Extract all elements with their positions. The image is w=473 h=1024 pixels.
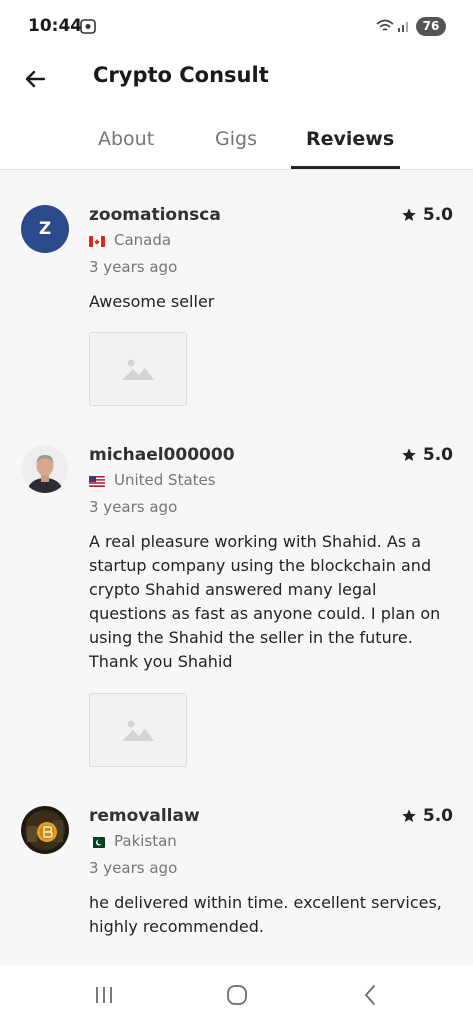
- system-back-button[interactable]: [356, 982, 384, 1008]
- status-bar: 10:44 76: [0, 0, 473, 52]
- page-title: Crypto Consult: [93, 63, 269, 87]
- top-area: 10:44 76 Crypto Consult About Gigs Revie…: [0, 0, 473, 170]
- review-text: A real pleasure working with Shahid. As …: [89, 532, 441, 671]
- wifi-icon: [376, 19, 394, 31]
- screenshot-icon: [80, 19, 96, 34]
- review-username[interactable]: zoomationsca: [89, 205, 221, 225]
- status-time: 10:44: [28, 16, 83, 36]
- user-photo-icon: [21, 445, 69, 493]
- pakistan-flag-icon: [89, 837, 105, 848]
- image-placeholder-icon: [122, 359, 154, 380]
- review-date: 3 years ago: [89, 258, 178, 276]
- rating-value: 5.0: [422, 806, 453, 826]
- app-bar: Crypto Consult: [0, 52, 473, 104]
- review-country: Pakistan: [114, 832, 177, 850]
- system-nav-bar: [0, 966, 473, 1024]
- battery-icon: 76: [416, 17, 446, 36]
- review-country: Canada: [114, 231, 172, 249]
- tab-reviews[interactable]: Reviews: [306, 128, 394, 150]
- tab-about[interactable]: About: [98, 128, 154, 150]
- review-username[interactable]: michael000000: [89, 445, 235, 465]
- star-icon: [402, 448, 416, 461]
- back-button[interactable]: [18, 62, 52, 96]
- review-text: Awesome seller: [89, 292, 215, 311]
- arrow-left-icon: [25, 70, 46, 88]
- rating-value: 5.0: [422, 205, 453, 225]
- us-flag-icon: [89, 476, 105, 487]
- recent-apps-icon: [96, 987, 112, 1003]
- review-text: he delivered within time. excellent serv…: [89, 893, 442, 936]
- review-country: United States: [114, 471, 216, 489]
- attachment-thumbnail[interactable]: [89, 332, 187, 406]
- review-date: 3 years ago: [89, 859, 178, 877]
- bitcoin-photo-icon: [21, 806, 69, 854]
- review-username[interactable]: removallaw: [89, 806, 200, 826]
- avatar[interactable]: [21, 806, 69, 854]
- home-button[interactable]: [223, 982, 251, 1008]
- review-rating: 5.0: [401, 806, 453, 826]
- tab-gigs[interactable]: Gigs: [215, 128, 257, 150]
- rating-value: 5.0: [422, 445, 453, 465]
- chevron-left-icon: [365, 985, 375, 1005]
- recent-apps-button[interactable]: [90, 982, 118, 1008]
- canada-flag-icon: [89, 236, 105, 247]
- active-tab-indicator: [291, 166, 400, 169]
- star-icon: [402, 208, 416, 221]
- avatar[interactable]: Z: [21, 205, 69, 253]
- signal-icon: [398, 22, 408, 32]
- avatar[interactable]: [21, 445, 69, 493]
- review-rating: 5.0: [401, 445, 453, 465]
- review-rating: 5.0: [401, 205, 453, 225]
- home-icon: [227, 985, 247, 1005]
- star-icon: [402, 809, 416, 822]
- review-date: 3 years ago: [89, 498, 178, 516]
- image-placeholder-icon: [122, 720, 154, 741]
- attachment-thumbnail[interactable]: [89, 693, 187, 767]
